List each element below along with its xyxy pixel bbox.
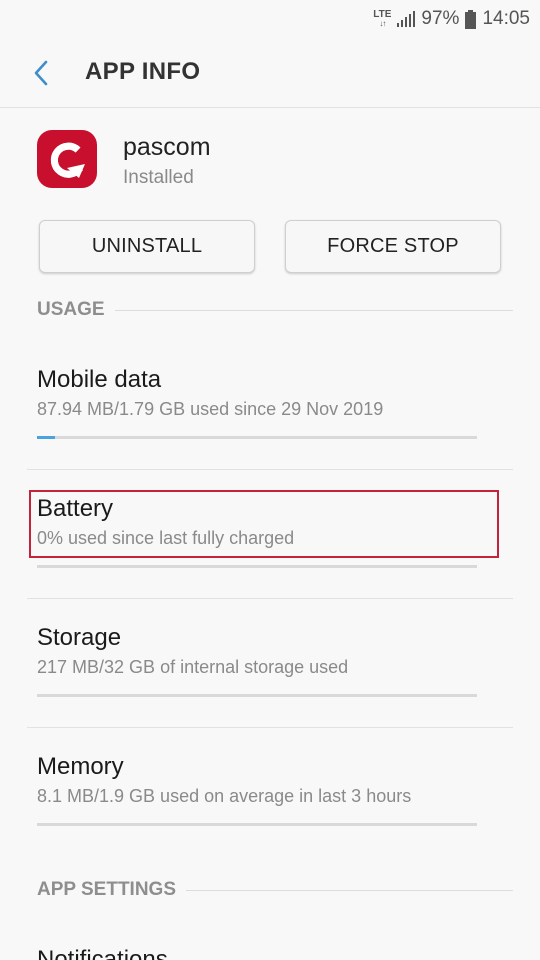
back-arrow-icon — [34, 60, 48, 86]
item-title: Notifications — [37, 946, 168, 960]
uninstall-button[interactable]: UNINSTALL — [39, 220, 255, 273]
pascom-logo-icon — [37, 130, 97, 188]
item-subtitle: 87.94 MB/1.79 GB used since 29 Nov 2019 — [37, 399, 384, 419]
usage-item-mobile-data[interactable]: Mobile data 87.94 MB/1.79 GB used since … — [0, 340, 540, 468]
progress-bar — [37, 436, 477, 439]
battery-percent: 97% — [421, 8, 460, 29]
lte-icon: LTE ↓↑ — [373, 9, 392, 29]
status-bar: LTE ↓↑ 97% 14:05 — [0, 0, 540, 38]
action-bar: APP INFO — [0, 38, 540, 107]
app-name: pascom — [123, 133, 211, 161]
usage-section-label: USAGE — [37, 299, 105, 320]
item-subtitle: 8.1 MB/1.9 GB used on average in last 3 … — [37, 786, 412, 806]
usage-section-header: USAGE — [37, 298, 513, 322]
section-divider — [186, 889, 513, 891]
item-subtitle: 217 MB/32 GB of internal storage used — [37, 657, 349, 677]
header-divider — [0, 107, 540, 108]
progress-bar — [37, 823, 477, 826]
item-title: Memory — [37, 753, 124, 780]
page-title: APP INFO — [85, 58, 201, 85]
app-settings-section-header: APP SETTINGS — [37, 878, 513, 902]
usage-item-memory[interactable]: Memory 8.1 MB/1.9 GB used on average in … — [0, 727, 540, 855]
progress-fill — [37, 436, 55, 439]
signal-icon — [397, 11, 416, 27]
status-icons: LTE ↓↑ 97% 14:05 — [373, 7, 530, 31]
clock: 14:05 — [482, 8, 530, 29]
highlight-box — [29, 490, 499, 558]
progress-bar — [37, 565, 477, 568]
settings-item-notifications[interactable]: Notifications — [0, 920, 540, 960]
app-settings-section-label: APP SETTINGS — [37, 879, 177, 900]
back-button[interactable] — [28, 56, 58, 90]
section-divider — [114, 309, 513, 311]
usage-item-storage[interactable]: Storage 217 MB/32 GB of internal storage… — [0, 598, 540, 726]
force-stop-button[interactable]: FORCE STOP — [285, 220, 501, 273]
app-install-status: Installed — [123, 167, 194, 188]
item-title: Mobile data — [37, 366, 162, 393]
progress-bar — [37, 694, 477, 697]
battery-icon — [465, 9, 477, 29]
item-title: Storage — [37, 624, 122, 651]
